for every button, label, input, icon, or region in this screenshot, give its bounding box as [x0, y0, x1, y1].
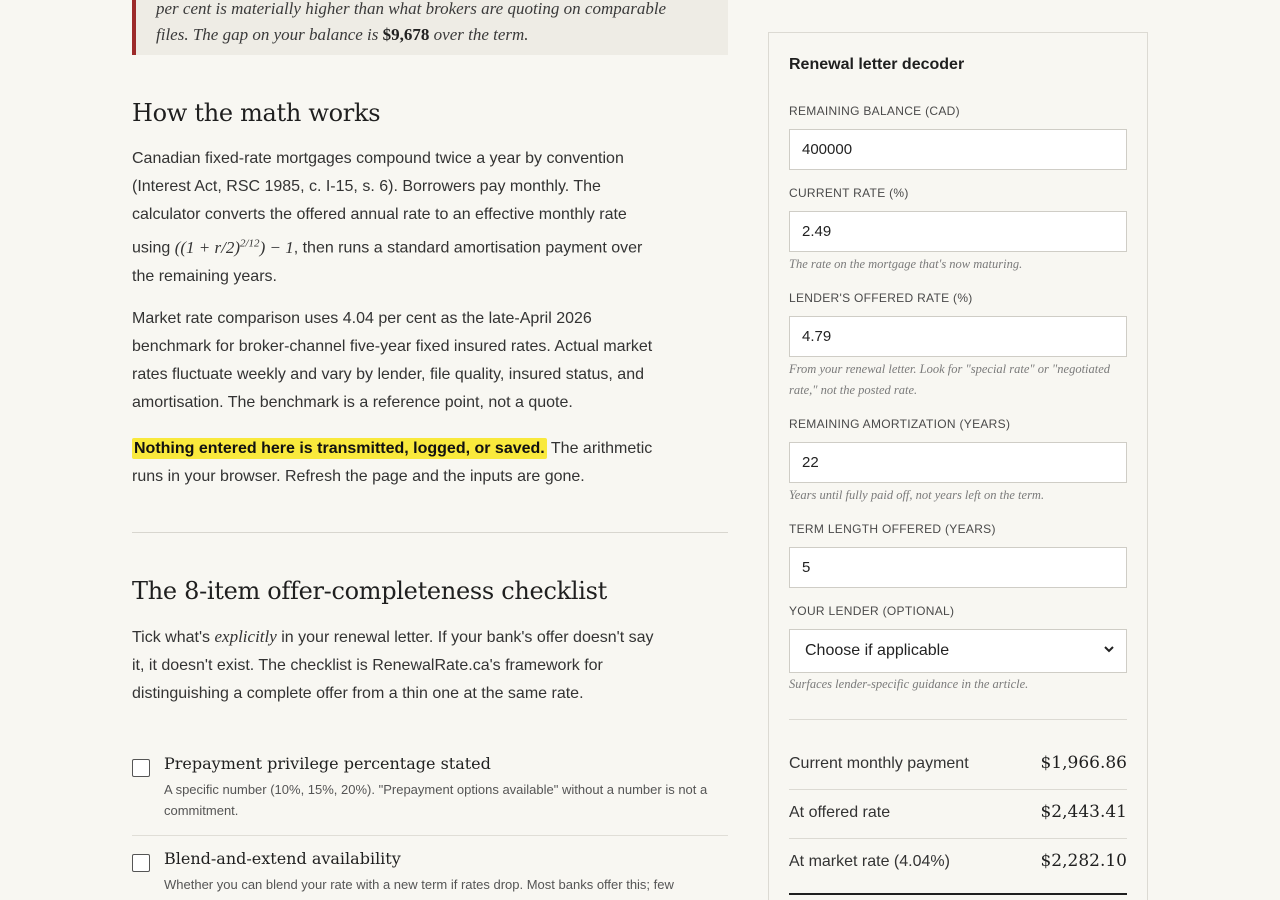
lender-hint: Surfaces lender-specific guidance in the…	[789, 677, 1029, 691]
lender-label: Your lender (optional)	[789, 604, 955, 618]
balance-label: Remaining balance (CAD)	[789, 104, 960, 118]
checklist-item-title: Blend-and-extend availability	[164, 849, 401, 868]
lender-select[interactable]: Choose if applicable	[789, 629, 1127, 673]
checklist-item-separator	[132, 835, 728, 836]
current-rate-hint: The rate on the mortgage that's now matu…	[789, 257, 1023, 271]
offered-rate-input[interactable]	[789, 316, 1127, 357]
math-heading: How the math works	[132, 99, 381, 127]
checklist-item-title: Prepayment privilege percentage stated	[164, 754, 491, 773]
checklist-intro-text: Tick what's	[132, 629, 215, 646]
formula-base: ((1 + r/2)	[174, 237, 240, 257]
amortization-label: Remaining amortization (years)	[789, 417, 1011, 431]
gap-amount: $9,678	[382, 25, 430, 44]
result-value: $2,282.10	[1040, 851, 1127, 871]
section-divider	[132, 532, 728, 533]
formula-tail: ) − 1	[259, 237, 294, 257]
checkbox[interactable]	[132, 759, 150, 777]
result-label: At offered rate	[789, 804, 891, 821]
term-input[interactable]	[789, 547, 1127, 588]
amortization-hint: Years until fully paid off, not years le…	[789, 488, 1045, 502]
result-separator	[789, 789, 1127, 790]
term-label: Term length offered (years)	[789, 522, 996, 536]
result-label: Current monthly payment	[789, 755, 969, 772]
checklist-intro-emphasis: explicitly	[214, 627, 277, 646]
results-total-rule	[789, 893, 1127, 895]
formula: ((1 + r/2)2/12) − 1	[174, 237, 294, 257]
checklist-intro: Tick what's explicitly in your renewal l…	[132, 623, 662, 708]
amortization-input[interactable]	[789, 442, 1127, 483]
renewal-decoder-panel: Renewal letter decoder Remaining balance…	[768, 32, 1148, 900]
callout-line-2: files. The gap on your balance is $9,678…	[156, 22, 708, 48]
callout-line-1: per cent is materially higher than what …	[156, 0, 667, 18]
current-rate-input[interactable]	[789, 211, 1127, 252]
math-paragraph-3: Nothing entered here is transmitted, log…	[132, 435, 662, 491]
result-label: At market rate (4.04%)	[789, 853, 950, 870]
results-divider	[789, 719, 1127, 720]
formula-exponent: 2/12	[240, 237, 260, 249]
callout-text-end: over the term.	[429, 25, 529, 44]
checkbox[interactable]	[132, 854, 150, 872]
result-separator	[789, 838, 1127, 839]
chevron-down-icon	[1104, 646, 1114, 653]
checklist-item-description: Whether you can blend your rate with a n…	[164, 877, 674, 892]
offered-rate-label: Lender's offered rate (%)	[789, 291, 973, 305]
result-value: $1,966.86	[1040, 753, 1127, 773]
decoder-title: Renewal letter decoder	[789, 56, 965, 73]
checklist-item-description: A specific number (10%, 15%, 20%). "Prep…	[164, 782, 708, 818]
gap-callout: per cent is materially higher than what …	[132, 0, 728, 55]
checklist-heading: The 8-item offer-completeness checklist	[132, 577, 607, 605]
offered-rate-hint: From your renewal letter. Look for "spec…	[789, 362, 1111, 397]
balance-input[interactable]	[789, 129, 1127, 170]
result-row-offered: At offered rate $2,443.41	[789, 802, 1127, 834]
current-rate-label: Current rate (%)	[789, 186, 909, 200]
callout-text: files. The gap on your balance is	[156, 25, 383, 44]
result-value: $2,443.41	[1040, 802, 1127, 822]
result-row-current: Current monthly payment $1,966.86	[789, 753, 1127, 785]
math-paragraph-2: Market rate comparison uses 4.04 per cen…	[132, 310, 653, 411]
math-paragraph-1: Canadian fixed-rate mortgages compound t…	[132, 145, 662, 291]
result-row-market: At market rate (4.04%) $2,282.10	[789, 851, 1127, 883]
privacy-highlight: Nothing entered here is transmitted, log…	[132, 438, 547, 459]
lender-select-value: Choose if applicable	[805, 642, 950, 659]
